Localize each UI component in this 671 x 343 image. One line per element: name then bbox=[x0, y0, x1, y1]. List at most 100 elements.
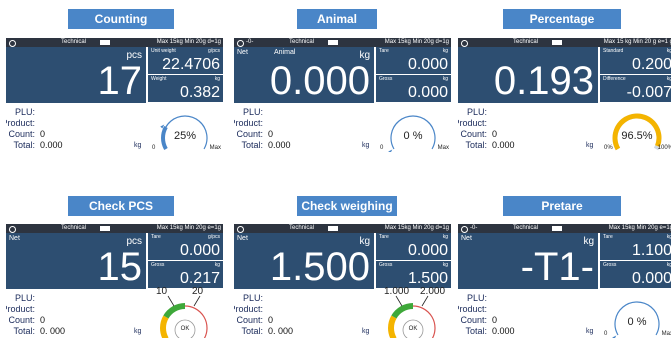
mode-label: Check weighing bbox=[297, 196, 397, 216]
scale-screen: -0- Technical Max 15kg Min 20g e=1g Net kg -T… bbox=[458, 224, 671, 338]
sub2-label: Gross bbox=[379, 76, 393, 82]
sub2-value: 0.000 bbox=[631, 270, 671, 287]
gauge-low-zone bbox=[388, 315, 397, 338]
gauge-center-text: 0 % bbox=[627, 316, 647, 328]
gauge-ok-zone bbox=[391, 303, 414, 319]
gauge: 0 % 0 Max bbox=[376, 104, 451, 152]
low-limit-tick bbox=[167, 295, 175, 307]
mode-sublabel: Animal bbox=[274, 49, 296, 56]
gauge: 10 20 OK bbox=[148, 286, 223, 338]
plu-label: PLU: bbox=[242, 293, 263, 303]
total-unit: kg bbox=[134, 142, 142, 149]
sub2-panel: Gross kg 0.000 bbox=[600, 261, 671, 288]
status-bar: Technical Max 15kg Min 20g e=1g bbox=[6, 224, 223, 233]
total-value: 0.000 bbox=[268, 140, 291, 150]
main-value: -T1- bbox=[520, 245, 594, 289]
sub2-panel: Difference kg -0.007 bbox=[600, 75, 671, 102]
gauge-svg bbox=[612, 301, 660, 338]
user-mode-label: Technical bbox=[513, 39, 539, 45]
user-mode-label: Technical bbox=[289, 225, 315, 231]
sub2-panel: Gross kg 0.217 bbox=[148, 261, 223, 288]
sub2-unit: kg bbox=[666, 262, 671, 268]
total-unit: kg bbox=[362, 328, 370, 335]
sub2-label: Gross bbox=[151, 262, 165, 268]
sub1-label: Standard bbox=[603, 48, 624, 54]
sub2-unit: kg bbox=[442, 76, 448, 82]
count-value: 0 bbox=[492, 129, 498, 139]
high-limit-label: 20 bbox=[192, 286, 204, 297]
main-value: 0.000 bbox=[269, 59, 370, 103]
sub1-label: Tare bbox=[379, 48, 389, 54]
stable-indicator-icon bbox=[461, 225, 468, 233]
user-mode-label: Technical bbox=[289, 39, 315, 45]
sub1-value: 22.4706 bbox=[162, 56, 220, 73]
count-label: Count: bbox=[8, 129, 35, 139]
main-display: Net kg 1.500 bbox=[234, 233, 374, 289]
gauge: 1.000 2.000 OK bbox=[376, 286, 451, 338]
gauge-min-label: 0 bbox=[380, 145, 384, 151]
total-label: Total: bbox=[13, 140, 35, 150]
info-panel: PLU:Product:Count: 0 Total: 0.000 kg bbox=[6, 104, 146, 152]
gauge-center-text: 0 % bbox=[403, 130, 423, 142]
scale-screen: Technical Max 15kg Min 20g e=1g Net pcs 15 Ta… bbox=[6, 224, 223, 338]
net-label: Net bbox=[461, 235, 472, 242]
total-value: 0. 000 bbox=[40, 326, 66, 336]
net-label: Net bbox=[237, 49, 248, 56]
net-label: Net bbox=[237, 235, 248, 242]
sub1-value: 0.200 bbox=[631, 56, 671, 73]
plu-label: PLU: bbox=[466, 293, 487, 303]
total-label: Total: bbox=[241, 326, 263, 336]
product-label: Product: bbox=[458, 118, 487, 128]
plu-label: PLU: bbox=[14, 293, 35, 303]
stable-indicator-icon bbox=[237, 39, 244, 47]
sub1-value: 1.100 bbox=[631, 242, 671, 259]
sub2-value: 0.000 bbox=[407, 84, 448, 101]
sub2-label: Difference bbox=[603, 76, 626, 82]
sub1-panel: Standard kg 0.200 bbox=[600, 47, 671, 74]
zero-indicator: -0- bbox=[470, 225, 478, 231]
total-value: 0.000 bbox=[40, 140, 63, 150]
mode-label: Percentage bbox=[503, 9, 621, 29]
status-bar: Technical Max 15kg Min 20g d=1g bbox=[234, 224, 451, 233]
count-value: 0 bbox=[268, 129, 274, 139]
gauge-center-text: 25% bbox=[173, 130, 197, 142]
status-bar: Technical Max 15kg Min 20g d=1g bbox=[6, 38, 223, 47]
info-panel: PLU:Product:Count: 0 Total: 0. 000 kg bbox=[234, 290, 374, 338]
plu-label: PLU: bbox=[14, 107, 35, 117]
gauge-center-text: 96.5% bbox=[621, 130, 653, 142]
count-value: 0 bbox=[40, 129, 46, 139]
total-unit: kg bbox=[362, 142, 370, 149]
stable-indicator-icon bbox=[461, 39, 468, 47]
battery-icon bbox=[552, 40, 562, 45]
sub2-unit: kg bbox=[214, 76, 220, 82]
sub2-label: Weight bbox=[151, 76, 167, 82]
main-display: Net kg -T1- bbox=[458, 233, 598, 289]
user-mode-label: Technical bbox=[513, 225, 539, 231]
sub2-unit: kg bbox=[442, 262, 448, 268]
metrology-spec: Max 15 kg Min 20 g e=1 g bbox=[603, 39, 671, 45]
product-label: Product: bbox=[6, 118, 35, 128]
low-limit-label: 1.000 bbox=[384, 286, 410, 297]
main-value: 1.500 bbox=[269, 245, 370, 289]
gauge-pointer-icon bbox=[388, 149, 393, 152]
sub1-label: Tare bbox=[379, 234, 389, 240]
sub2-label: Gross bbox=[603, 262, 617, 268]
product-label: Product: bbox=[234, 304, 263, 314]
total-label: Total: bbox=[13, 326, 35, 336]
gauge-pointer-icon bbox=[612, 335, 617, 338]
main-display: Net pcs 15 bbox=[6, 233, 146, 289]
battery-icon bbox=[328, 40, 338, 45]
total-label: Total: bbox=[465, 326, 487, 336]
gauge-min-label: 0 bbox=[152, 145, 156, 151]
product-label: Product: bbox=[6, 304, 35, 314]
scale-screen: Technical Max 15 kg Min 20 g e=1 g 0.193 St… bbox=[458, 38, 671, 152]
gauge-max-label: Max bbox=[661, 331, 671, 337]
scale-screen: Technical Max 15kg Min 20g d=1g Net kg 1.500… bbox=[234, 224, 451, 338]
zero-indicator: -0- bbox=[246, 39, 254, 45]
gauge-center-text: OK bbox=[180, 326, 190, 332]
sub2-panel: Gross kg 0.000 bbox=[376, 75, 451, 102]
count-value: 0 bbox=[40, 315, 46, 325]
count-value: 0 bbox=[492, 315, 498, 325]
plu-label: PLU: bbox=[466, 107, 487, 117]
total-unit: kg bbox=[586, 328, 594, 335]
